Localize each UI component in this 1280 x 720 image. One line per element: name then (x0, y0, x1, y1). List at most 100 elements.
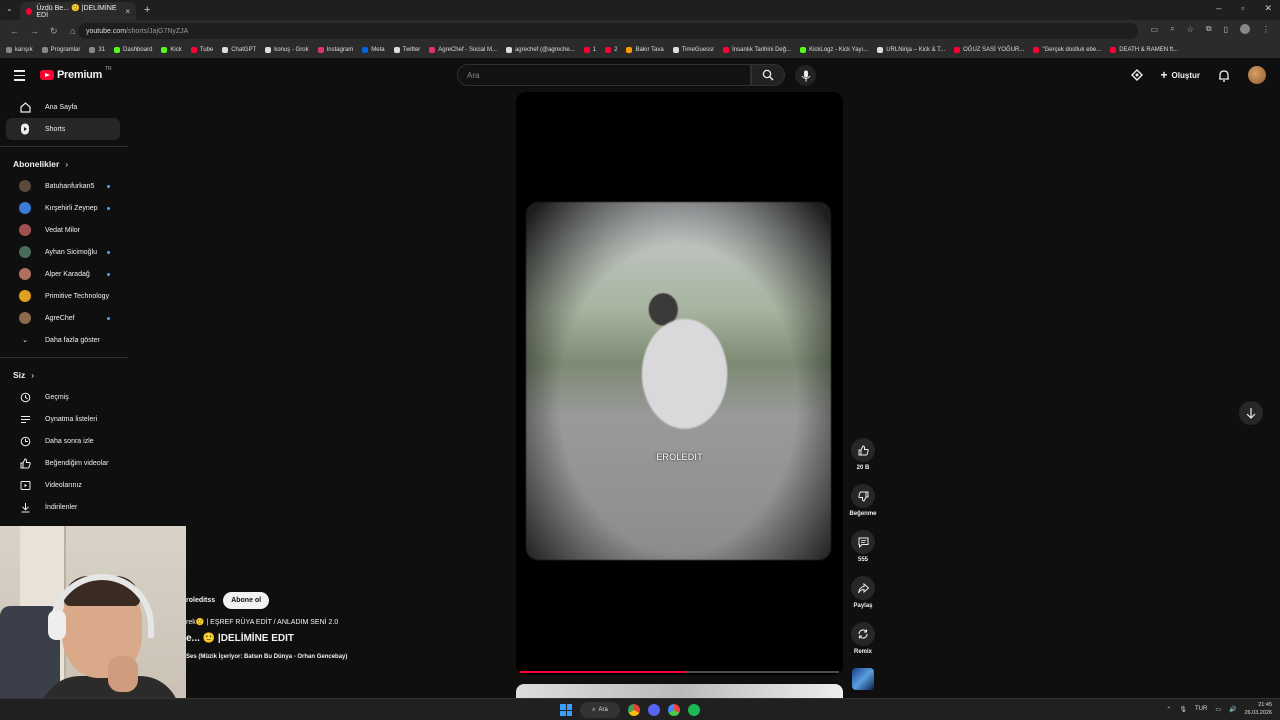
address-bar: ← → ↻ ⌂ youtube.com/shorts/JajG7NyZJA ▭ … (0, 20, 1280, 42)
comments-button[interactable] (851, 530, 875, 554)
bookmark-item[interactable]: konuş - Grok (265, 47, 309, 53)
sidebar-item-shorts[interactable]: Shorts (6, 118, 120, 140)
webcam-overlay (0, 526, 186, 720)
forward-icon[interactable]: → (30, 26, 40, 36)
bookmark-item[interactable]: 31 (89, 47, 105, 53)
bookmark-item[interactable]: DEATH & RAMEN ft... (1110, 47, 1178, 53)
minimize-icon[interactable]: – (1216, 3, 1221, 14)
share-button[interactable] (851, 576, 875, 600)
hamburger-menu-icon[interactable] (14, 70, 25, 84)
youtube-premium-logo[interactable]: Premium TR (40, 66, 112, 81)
sidebar-item-history[interactable]: Geçmiş (6, 386, 120, 408)
browser-tab-active[interactable]: Üzdü Be... 🙂 |DELİMİNE EDİ × (20, 2, 136, 20)
extensions-icon[interactable]: ⧉ (1206, 24, 1212, 34)
taskbar-search[interactable]: ⌕ Ara (580, 702, 620, 718)
mic-tray-icon[interactable]: 🎙 (1179, 706, 1187, 713)
tray-chevron-icon[interactable]: ⌃ (1166, 706, 1171, 713)
bookmark-item[interactable]: "Gerçek dostluk ebe... (1033, 47, 1101, 53)
next-short-preview[interactable] (516, 684, 843, 698)
sidebar-subscription-item[interactable]: Ayhan Sicimoğlu (6, 241, 120, 263)
next-short-button[interactable] (1239, 401, 1263, 425)
create-button[interactable]: + Oluştur (1161, 68, 1200, 82)
premium-gift-icon[interactable] (1130, 69, 1143, 81)
sidebar-subscription-item[interactable]: Vedat Milor (6, 219, 120, 241)
back-icon[interactable]: ← (10, 26, 20, 36)
bookmark-item[interactable]: KickLogz - Kick Yayı... (800, 47, 868, 53)
tab-search-icon[interactable]: ⌄ (6, 4, 13, 13)
sidebar-subscription-item[interactable]: Primitive Technology (6, 285, 120, 307)
dislike-button[interactable] (851, 484, 875, 508)
subscriptions-heading[interactable]: Abonelikler › (0, 153, 128, 175)
discord-icon[interactable] (648, 704, 660, 716)
bookmark-item[interactable]: karışık (6, 47, 33, 53)
channel-name[interactable]: roleditss (186, 597, 215, 604)
bookmark-favicon-icon (429, 47, 436, 53)
url-input[interactable]: youtube.com/shorts/JajG7NyZJA (78, 23, 1138, 39)
bookmark-item[interactable]: Instagram (317, 47, 353, 53)
sidebar-item-clock[interactable]: Daha sonra izle (6, 430, 120, 452)
search-input[interactable]: Ara (457, 64, 751, 86)
close-icon[interactable]: × (125, 7, 130, 16)
music-link[interactable]: Ses (Müzik İçeriyor: Batsın Bu Dünya - O… (186, 654, 347, 660)
bookmark-item[interactable]: Kick (161, 47, 182, 53)
menu-icon[interactable]: ⋮ (1262, 25, 1270, 34)
sidebar-item-home[interactable]: Ana Sayfa (6, 96, 120, 118)
sidebar-subscription-item[interactable]: Alper Karadağ (6, 263, 120, 285)
bookmark-item[interactable]: 1 (583, 47, 596, 53)
sidebar-item-video[interactable]: Videolarınız (6, 474, 120, 496)
davinci-icon[interactable] (668, 704, 680, 716)
volume-icon[interactable]: 🔊 (1229, 706, 1236, 713)
maximize-icon[interactable]: ▫ (1241, 3, 1244, 14)
you-heading[interactable]: Siz › (0, 364, 128, 386)
create-label: Oluştur (1171, 70, 1200, 80)
clock[interactable]: 21:45 26.03.2026 (1244, 701, 1272, 717)
sidebar-item-download[interactable]: İndirilenler (6, 496, 120, 518)
bookmark-item[interactable]: URLNinja – Kick & T... (877, 47, 945, 53)
sound-thumbnail[interactable] (852, 668, 874, 690)
voice-search-button[interactable] (795, 65, 816, 86)
bookmark-favicon-icon (41, 47, 48, 53)
remix-button[interactable] (851, 622, 875, 646)
bookmark-item[interactable]: OĞUZ SASİ YOĞUR... (954, 47, 1024, 53)
bookmark-item[interactable]: Bakır Tava (626, 47, 664, 53)
chrome-icon[interactable] (628, 704, 640, 716)
show-more-button[interactable]: ⌄ Daha fazla göster (6, 329, 120, 351)
header-actions: + Oluştur (1130, 66, 1266, 84)
bookmark-item[interactable]: Tube (190, 47, 213, 53)
cast-icon[interactable]: ▭ (1151, 25, 1159, 34)
profile-icon[interactable] (1240, 24, 1250, 34)
bookmark-item[interactable]: ChatGPT (222, 47, 256, 53)
bookmark-item[interactable]: AgreChef - Social M... (429, 47, 497, 53)
close-window-icon[interactable]: ✕ (1264, 3, 1272, 14)
language-indicator[interactable]: TUR (1195, 706, 1207, 712)
bookmark-item[interactable]: TimeGuessr (672, 47, 714, 53)
notifications-bell-icon[interactable] (1218, 69, 1230, 82)
zoom-icon[interactable]: ⌕ (1170, 24, 1174, 34)
account-avatar[interactable] (1248, 66, 1266, 84)
bookmark-item[interactable]: agrechef (@agreche... (505, 47, 575, 53)
sidebar-subscription-item[interactable]: AgreChef (6, 307, 120, 329)
bookmark-item[interactable]: Programlar (41, 47, 80, 53)
sidebar-item-playlist[interactable]: Oynatma listeleri (6, 408, 120, 430)
bookmark-item[interactable]: İnsanlık Tarihini Değ... (723, 47, 791, 53)
bookmark-item[interactable]: Twitter (393, 47, 420, 53)
video-progress-bar[interactable] (520, 671, 839, 673)
playlist-link[interactable]: rek🙂 | EŞREF RÜYA EDİT / ANLADIM SENİ 2.… (186, 618, 338, 626)
reload-icon[interactable]: ↻ (50, 26, 60, 37)
spotify-icon[interactable] (688, 704, 700, 716)
bookmark-star-icon[interactable]: ☆ (1187, 25, 1194, 34)
bookmark-item[interactable]: Dashboard (114, 47, 152, 53)
bookmark-item[interactable]: Meta (362, 47, 385, 53)
search-button[interactable] (751, 64, 785, 86)
network-icon[interactable]: ▭ (1215, 706, 1221, 713)
new-tab-icon[interactable]: + (144, 4, 150, 16)
sidebar-subscription-item[interactable]: Batuhanfurkan5 (6, 175, 120, 197)
sidebar-subscription-item[interactable]: Kırşehirli Zeynep (6, 197, 120, 219)
subscribe-button[interactable]: Abone ol (223, 592, 270, 609)
windows-start-icon[interactable] (560, 704, 572, 716)
like-button[interactable] (851, 438, 875, 462)
bookmark-item[interactable]: 2 (605, 47, 617, 53)
shorts-video-player[interactable]: EROLEDIT (516, 92, 843, 675)
sidebar-item-like[interactable]: Beğendiğim videolar (6, 452, 120, 474)
sidepanel-icon[interactable]: ▯ (1224, 25, 1228, 34)
